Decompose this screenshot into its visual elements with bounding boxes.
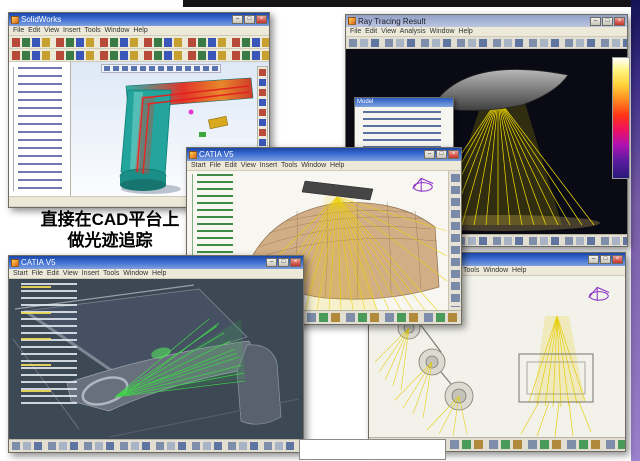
minimize-button[interactable]: – xyxy=(266,258,277,267)
menu-bar[interactable]: File Edit View Analysis Window Help xyxy=(346,27,627,37)
window-title: CATIA V5 xyxy=(21,256,264,269)
minimize-button[interactable]: – xyxy=(590,17,601,26)
maximize-button[interactable]: □ xyxy=(436,150,447,159)
menu-bar[interactable]: File Edit View Insert Tools Window Help xyxy=(9,26,269,36)
maximize-button[interactable]: □ xyxy=(600,255,611,264)
view-toolbar[interactable] xyxy=(257,66,268,148)
right-toolbar[interactable] xyxy=(448,171,461,310)
bottom-placeholder-box xyxy=(299,439,446,460)
menu-bar[interactable]: Start File Edit View Insert Tools Window… xyxy=(187,161,461,171)
app-icon xyxy=(189,151,197,159)
heads-up-toolbar[interactable] xyxy=(101,64,221,73)
window-catia-interior: CATIA V5 – □ × Start File Edit View Inse… xyxy=(8,255,304,453)
maximize-button[interactable]: □ xyxy=(278,258,289,267)
specification-tree[interactable] xyxy=(13,283,79,405)
slide-canvas: SolidWorks – □ × File Edit View Insert T… xyxy=(0,0,640,461)
window-title: Ray Tracing Result xyxy=(358,15,588,28)
close-button[interactable]: × xyxy=(290,258,301,267)
caption-line2: 做光迹追踪 xyxy=(24,230,196,251)
close-button[interactable]: × xyxy=(612,255,623,264)
titlebar-catia-body[interactable]: CATIA V5 – □ × xyxy=(187,148,461,161)
minimize-button[interactable]: – xyxy=(588,255,599,264)
minimize-button[interactable]: – xyxy=(232,15,243,24)
titlebar-simulation[interactable]: Ray Tracing Result – □ × xyxy=(346,15,627,27)
toolbar-features[interactable] xyxy=(9,49,269,62)
maximize-button[interactable]: □ xyxy=(244,15,255,24)
menu-bar[interactable]: Start File Edit View Insert Tools Window… xyxy=(9,269,303,279)
titlebar-catia-interior[interactable]: CATIA V5 – □ × xyxy=(9,256,303,269)
dialog-title: Model xyxy=(355,98,453,107)
minimize-button[interactable]: – xyxy=(424,150,435,159)
app-icon xyxy=(11,259,19,267)
titlebar-solidworks[interactable]: SolidWorks – □ × xyxy=(9,13,269,26)
toolbar-standard[interactable] xyxy=(9,36,269,49)
viewport-catia-interior[interactable] xyxy=(9,279,303,439)
caption-text: 直接在CAD平台上 做光迹追踪 xyxy=(24,209,196,251)
close-button[interactable]: × xyxy=(448,150,459,159)
feature-tree[interactable] xyxy=(9,62,71,196)
maximize-button[interactable]: □ xyxy=(602,17,613,26)
caption-line1: 直接在CAD平台上 xyxy=(24,209,196,230)
toolbar-main[interactable] xyxy=(346,37,627,49)
close-button[interactable]: × xyxy=(614,17,625,26)
window-title: SolidWorks xyxy=(21,13,230,26)
color-scale-legend xyxy=(612,57,630,179)
app-icon xyxy=(348,17,356,25)
bottom-toolbar[interactable] xyxy=(9,439,303,452)
top-edge-bar xyxy=(183,0,640,7)
app-icon xyxy=(11,16,19,24)
magenta-marker xyxy=(189,110,194,115)
window-title: CATIA V5 xyxy=(199,148,422,161)
right-edge-strip xyxy=(631,0,640,461)
close-button[interactable]: × xyxy=(256,15,267,24)
seat xyxy=(237,345,281,424)
